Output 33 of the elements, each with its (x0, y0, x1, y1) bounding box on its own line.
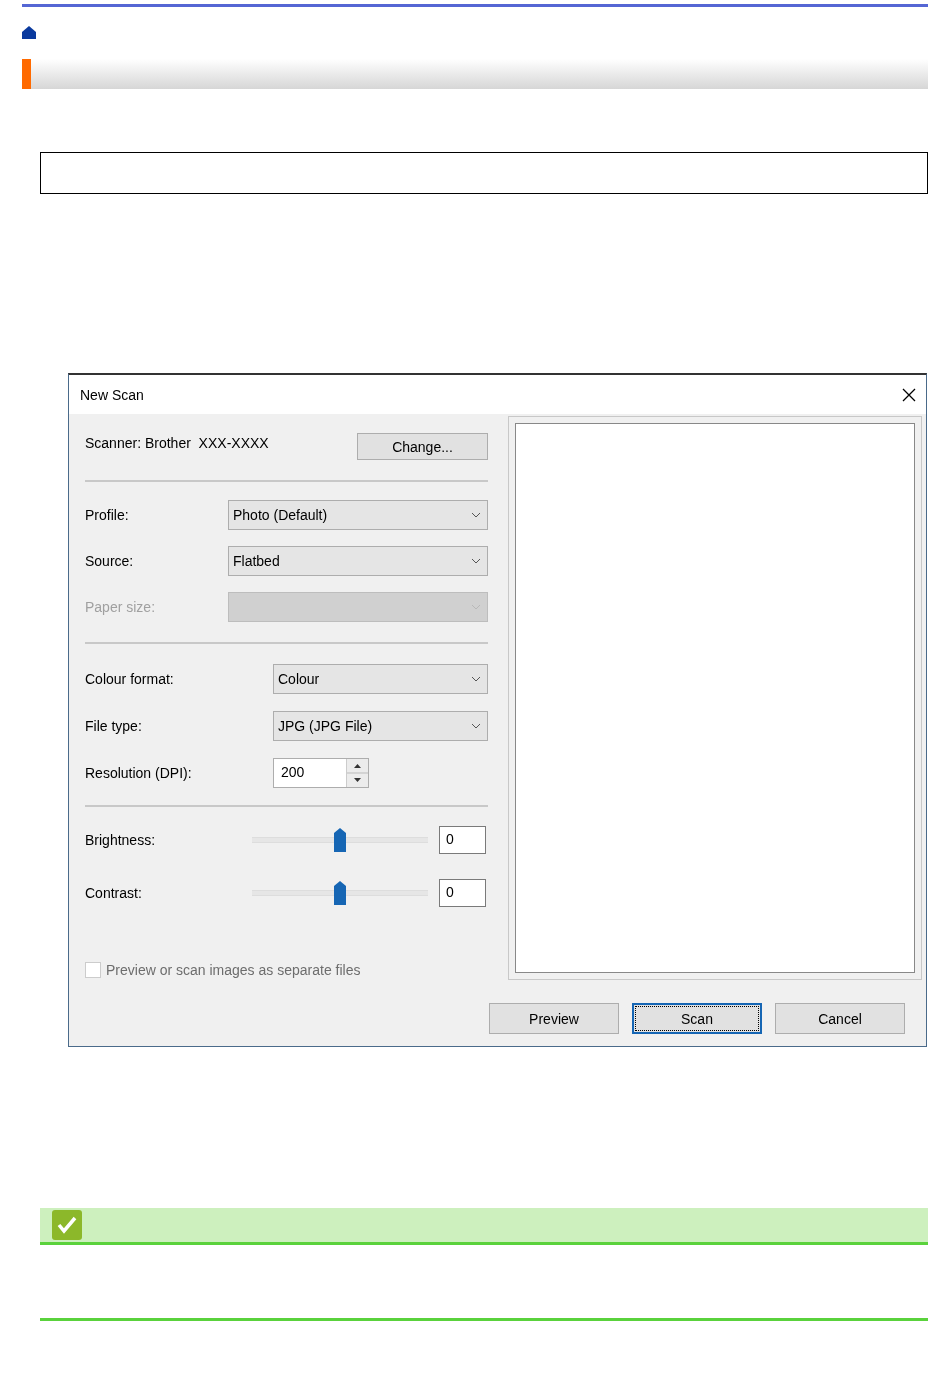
change-button[interactable]: Change... (357, 433, 488, 460)
chevron-down-icon (471, 604, 481, 610)
window-title: New Scan (80, 386, 144, 403)
chevron-down-icon (471, 512, 481, 518)
checkmark-icon (52, 1210, 82, 1240)
slider-label: Brightness: (85, 832, 157, 848)
dialog-button[interactable]: Preview (489, 1003, 619, 1034)
dropdown[interactable]: JPG (JPG File) (273, 711, 488, 741)
field-label: Source: (85, 553, 134, 569)
field-label: Paper size: (85, 599, 156, 615)
dialog-button[interactable]: Scan (632, 1003, 762, 1034)
field-label: Resolution (DPI): (85, 765, 192, 781)
number-field[interactable]: 200 (273, 758, 369, 788)
slider-thumb[interactable] (334, 828, 346, 852)
checkbox-label: Preview or scan images as separate files (106, 962, 361, 978)
chevron-down-icon (471, 723, 481, 729)
field-label: File type: (85, 718, 142, 734)
chevron-down-icon (471, 558, 481, 564)
field-label: Colour format: (85, 671, 174, 687)
home-icon[interactable] (22, 26, 36, 39)
dropdown[interactable]: Photo (Default) (228, 500, 488, 530)
field-label: Profile: (85, 507, 129, 523)
scanner-label: Scanner: Brother XXX-XXXX (85, 435, 269, 451)
close-icon[interactable] (902, 387, 916, 402)
value-field[interactable]: 0 (439, 879, 486, 907)
dropdown[interactable]: Flatbed (228, 546, 488, 576)
slider-thumb[interactable] (334, 881, 346, 905)
slider-label: Contrast: (85, 885, 143, 901)
chevron-down-icon (471, 676, 481, 682)
spin-arrows-icon (346, 759, 368, 787)
dialog-button[interactable]: Cancel (775, 1003, 905, 1034)
dropdown[interactable]: Colour (273, 664, 488, 694)
value-field[interactable]: 0 (439, 826, 486, 854)
